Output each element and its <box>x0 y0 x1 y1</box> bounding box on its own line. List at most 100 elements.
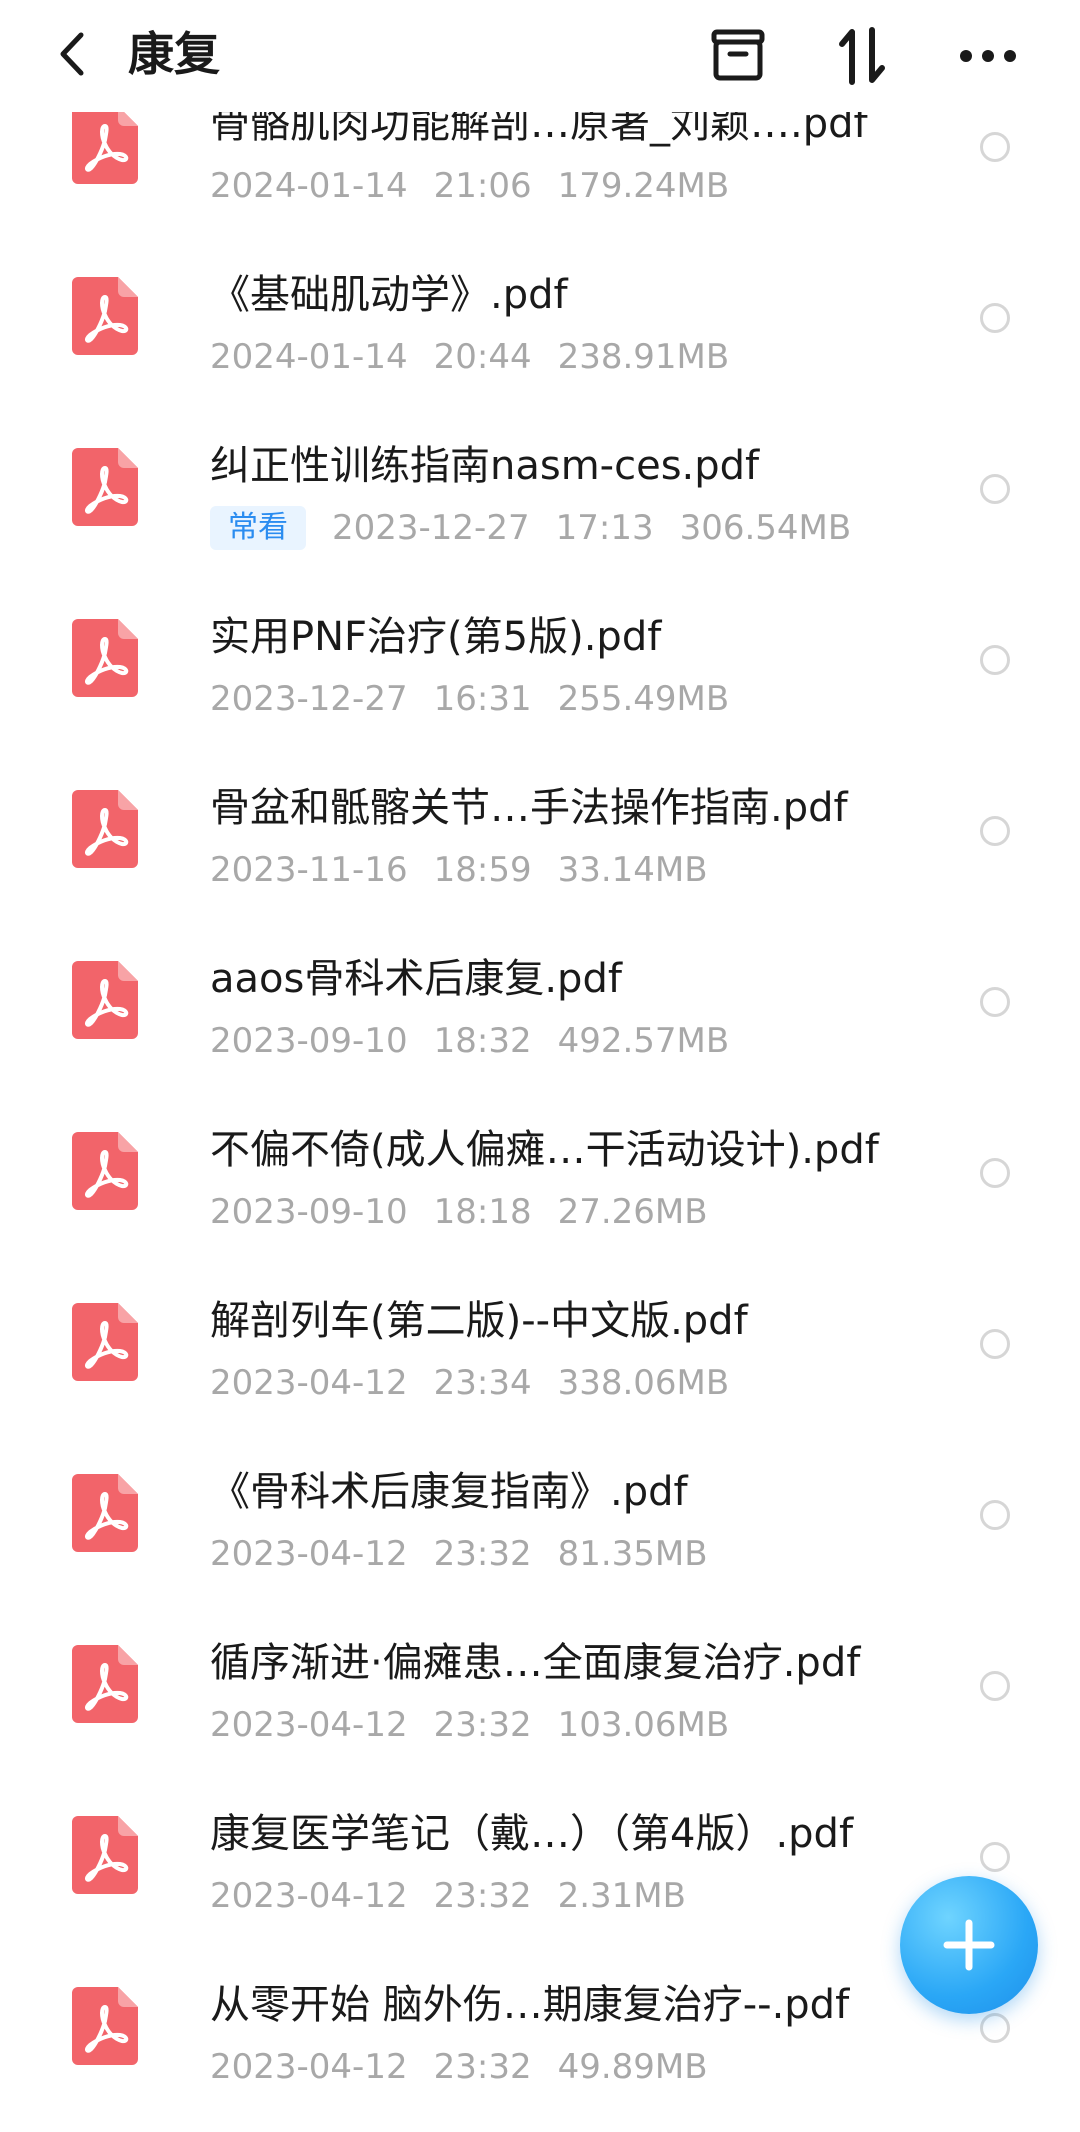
select-radio[interactable] <box>980 987 1010 1017</box>
select-radio[interactable] <box>980 1671 1010 1701</box>
file-size: 238.91MB <box>557 337 730 377</box>
frequent-badge: 常看 <box>210 506 306 550</box>
file-size: 49.89MB <box>557 2047 708 2087</box>
file-meta: 2023-04-12 23:32 103.06MB <box>210 1703 755 1747</box>
file-size: 81.35MB <box>557 1534 708 1574</box>
file-time: 23:32 <box>433 1534 532 1574</box>
select-radio[interactable] <box>980 1842 1010 1872</box>
more-icon <box>960 50 1016 62</box>
pdf-file-icon <box>72 1816 138 1894</box>
pdf-file-icon <box>72 790 138 868</box>
file-name: 不偏不倚(成人偏瘫…干活动设计).pdf <box>210 1127 879 1173</box>
file-meta: 2024-01-14 21:06 179.24MB <box>210 164 755 208</box>
file-meta: 2023-04-12 23:34 338.06MB <box>210 1361 755 1405</box>
pdf-file-icon <box>72 277 138 355</box>
file-meta: 2023-11-16 18:59 33.14MB <box>210 848 734 892</box>
file-date: 2023-04-12 <box>210 1363 408 1403</box>
add-fab-button[interactable] <box>900 1876 1038 2014</box>
pdf-file-icon <box>72 1645 138 1723</box>
select-radio[interactable] <box>980 645 1010 675</box>
file-size: 255.49MB <box>557 679 730 719</box>
select-radio[interactable] <box>980 132 1010 162</box>
archive-icon <box>711 29 765 81</box>
file-time: 18:59 <box>433 850 532 890</box>
file-name: aaos骨科术后康复.pdf <box>210 956 622 1002</box>
file-row[interactable]: 骨盆和骶髂关节…手法操作指南.pdf 2023-11-16 18:59 33.14MB <box>0 764 1080 935</box>
file-name: 实用PNF治疗(第5版).pdf <box>210 614 662 660</box>
file-size: 338.06MB <box>557 1363 730 1403</box>
file-date: 2024-01-14 <box>210 166 408 206</box>
file-date: 2023-09-10 <box>210 1192 408 1232</box>
file-row[interactable]: 《骨科术后康复指南》.pdf 2023-04-12 23:32 81.35MB <box>0 1448 1080 1619</box>
file-time: 18:32 <box>433 1021 532 1061</box>
select-radio[interactable] <box>980 1329 1010 1359</box>
file-row[interactable]: 纠正性训练指南nasm-ces.pdf 常看 2023-12-27 17:13 306.… <box>0 422 1080 593</box>
file-date: 2024-01-14 <box>210 337 408 377</box>
file-date: 2023-09-10 <box>210 1021 408 1061</box>
file-name: 骨盆和骶髂关节…手法操作指南.pdf <box>210 785 848 831</box>
file-row[interactable]: aaos骨科术后康复.pdf 2023-09-10 18:32 492.57MB <box>0 935 1080 1106</box>
file-meta: 2023-09-10 18:18 27.26MB <box>210 1190 734 1234</box>
file-row[interactable]: 不偏不倚(成人偏瘫…干活动设计).pdf 2023-09-10 18:18 27.26… <box>0 1106 1080 1277</box>
file-meta: 2023-04-12 23:32 49.89MB <box>210 2045 734 2089</box>
pdf-file-icon <box>72 448 138 526</box>
file-row[interactable]: 实用PNF治疗(第5版).pdf 2023-12-27 16:31 255.49MB <box>0 593 1080 764</box>
file-date: 2023-04-12 <box>210 1876 408 1916</box>
file-size: 27.26MB <box>557 1192 708 1232</box>
file-time: 23:34 <box>433 1363 532 1403</box>
file-size: 492.57MB <box>557 1021 730 1061</box>
pdf-file-icon <box>72 1474 138 1552</box>
pdf-file-icon <box>72 106 138 184</box>
file-name: 康复医学笔记（戴…）（第4版）.pdf <box>210 1811 854 1857</box>
file-size: 33.14MB <box>557 850 708 890</box>
file-date: 2023-04-12 <box>210 1534 408 1574</box>
file-name: 解剖列车(第二版)--中文版.pdf <box>210 1298 748 1344</box>
pdf-file-icon <box>72 1987 138 2065</box>
file-row[interactable]: 《基础肌动学》.pdf 2024-01-14 20:44 238.91MB <box>0 251 1080 422</box>
file-name: 纠正性训练指南nasm-ces.pdf <box>210 443 760 489</box>
file-name: 《骨科术后康复指南》.pdf <box>210 1469 688 1515</box>
select-radio[interactable] <box>980 2013 1010 2043</box>
file-size: 103.06MB <box>557 1705 730 1745</box>
file-date: 2023-12-27 <box>332 508 530 548</box>
pdf-file-icon <box>72 961 138 1039</box>
archive-button[interactable] <box>706 24 770 88</box>
file-meta: 常看 2023-12-27 17:13 306.54MB <box>210 506 877 550</box>
file-size: 179.24MB <box>557 166 730 206</box>
select-radio[interactable] <box>980 1158 1010 1188</box>
file-date: 2023-04-12 <box>210 1705 408 1745</box>
select-radio[interactable] <box>980 474 1010 504</box>
pdf-file-icon <box>72 619 138 697</box>
page-title: 康复 <box>128 27 220 81</box>
file-time: 21:06 <box>433 166 532 206</box>
top-bar: 康复 <box>0 0 1080 112</box>
sort-icon <box>839 27 885 85</box>
file-time: 20:44 <box>433 337 532 377</box>
back-button[interactable] <box>48 26 96 82</box>
file-time: 23:32 <box>433 1705 532 1745</box>
file-row[interactable]: 循序渐进·偏瘫患…全面康复治疗.pdf 2023-04-12 23:32 103.06… <box>0 1619 1080 1790</box>
pdf-file-icon <box>72 1132 138 1210</box>
more-button[interactable] <box>956 24 1020 88</box>
file-name: 《基础肌动学》.pdf <box>210 272 568 318</box>
file-time: 16:31 <box>433 679 532 719</box>
file-time: 23:32 <box>433 1876 532 1916</box>
plus-icon <box>943 1919 995 1971</box>
file-meta: 2023-04-12 23:32 2.31MB <box>210 1874 712 1918</box>
file-date: 2023-11-16 <box>210 850 408 890</box>
file-time: 23:32 <box>433 2047 532 2087</box>
sort-button[interactable] <box>830 24 894 88</box>
file-name: 循序渐进·偏瘫患…全面康复治疗.pdf <box>210 1640 861 1686</box>
file-size: 2.31MB <box>557 1876 686 1916</box>
select-radio[interactable] <box>980 1500 1010 1530</box>
file-row[interactable]: 解剖列车(第二版)--中文版.pdf 2023-04-12 23:34 338.06M… <box>0 1277 1080 1448</box>
file-date: 2023-12-27 <box>210 679 408 719</box>
chevron-left-icon <box>60 32 84 76</box>
file-name: 从零开始 脑外伤…期康复治疗--.pdf <box>210 1982 850 2028</box>
file-time: 18:18 <box>433 1192 532 1232</box>
select-radio[interactable] <box>980 816 1010 846</box>
file-meta: 2023-04-12 23:32 81.35MB <box>210 1532 734 1576</box>
select-radio[interactable] <box>980 303 1010 333</box>
file-time: 17:13 <box>555 508 654 548</box>
file-meta: 2023-12-27 16:31 255.49MB <box>210 677 755 721</box>
